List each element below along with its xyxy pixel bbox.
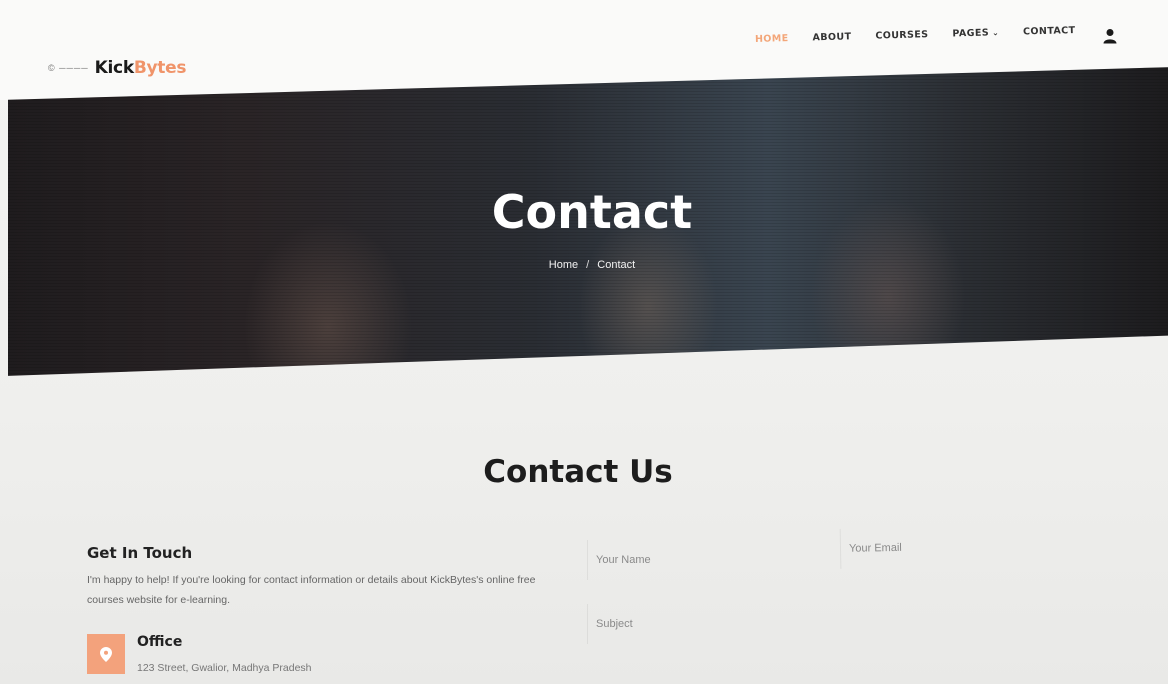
breadcrumb: Home / Contact — [8, 259, 1168, 271]
subject-input[interactable] — [587, 604, 1067, 644]
name-input[interactable] — [587, 540, 807, 580]
hero-title: Contact — [491, 185, 693, 239]
get-in-touch-description: I'm happy to help! If you're looking for… — [87, 574, 536, 606]
office-info: Office 123 Street, Gwalior, Madhya Prade… — [87, 634, 312, 676]
nav-pages[interactable]: PAGES ⌄ — [952, 27, 999, 39]
nav-courses[interactable]: COURSES — [875, 29, 928, 41]
page: © ──── KickBytes HOME ABOUT COURSES PAGE… — [0, 0, 1168, 684]
section-title: Contact Us — [483, 454, 673, 490]
main-nav: HOME ABOUT COURSES PAGES ⌄ CONTACT — [755, 25, 1076, 45]
nav-home[interactable]: HOME — [755, 33, 789, 45]
email-input[interactable] — [839, 525, 1061, 569]
get-in-touch-block: Get In Touch I'm happy to help! If you'r… — [87, 544, 567, 610]
nav-contact[interactable]: CONTACT — [1023, 25, 1076, 37]
nav-about[interactable]: ABOUT — [812, 31, 851, 43]
brand-name: KickBytes — [95, 58, 187, 78]
office-address: 123 Street, Gwalior, Madhya Pradesh — [137, 662, 312, 674]
breadcrumb-home[interactable]: Home — [549, 259, 578, 271]
get-in-touch-heading: Get In Touch — [87, 544, 193, 562]
brand-name-part1: Kick — [94, 58, 134, 78]
brand-mark: © ──── — [48, 63, 89, 73]
hero-banner: Contact Home / Contact — [8, 67, 1168, 376]
office-text: Office 123 Street, Gwalior, Madhya Prade… — [137, 634, 312, 676]
breadcrumb-separator: / — [586, 259, 590, 271]
nav-pages-label: PAGES — [952, 27, 990, 40]
office-title: Office — [137, 634, 183, 650]
chevron-down-icon: ⌄ — [991, 28, 1000, 38]
location-pin-icon — [87, 634, 125, 674]
brand-logo[interactable]: © ──── KickBytes — [48, 58, 186, 78]
brand-name-part2: Bytes — [133, 58, 187, 78]
user-icon[interactable] — [1103, 28, 1117, 44]
breadcrumb-current: Contact — [597, 259, 636, 271]
